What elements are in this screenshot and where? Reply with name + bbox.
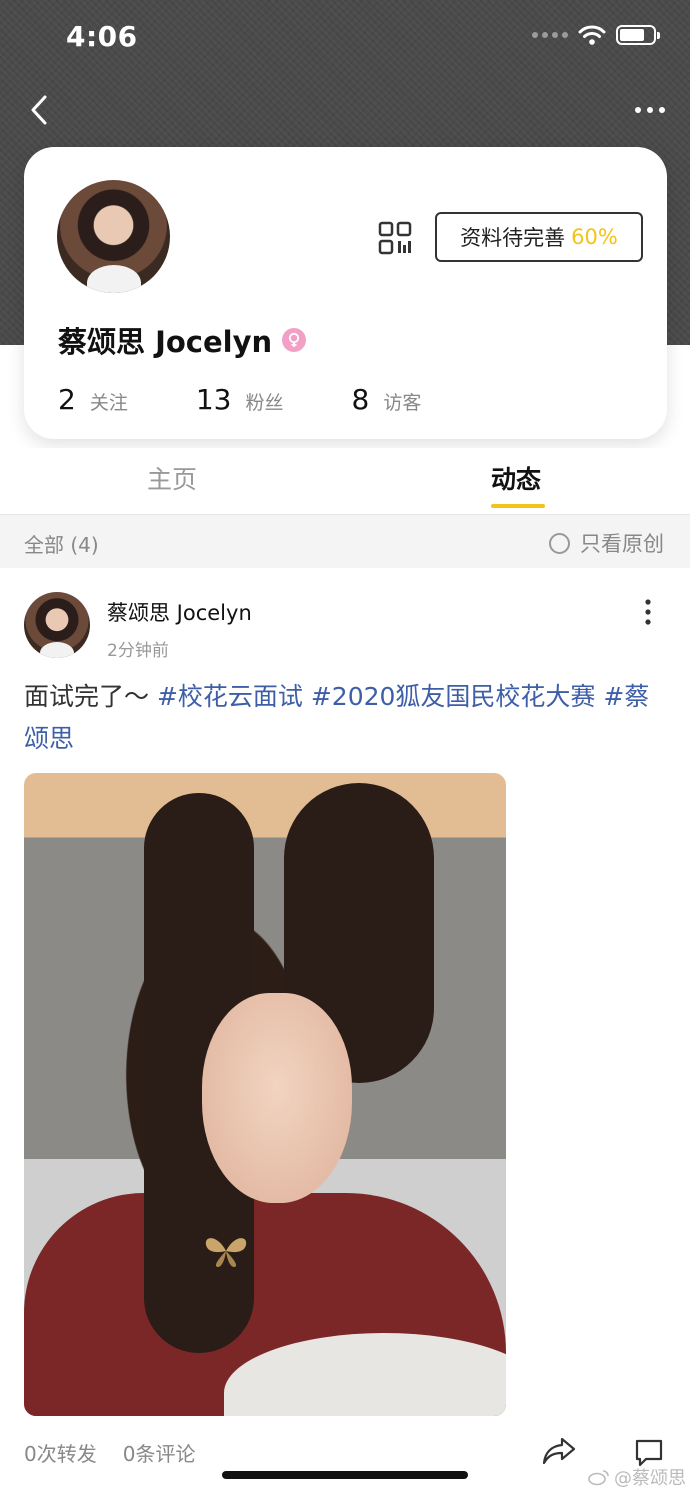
more-vertical-icon [645, 599, 651, 625]
stat-following[interactable]: 2 关注 [58, 383, 128, 416]
watermark: @蔡颂思 [588, 1464, 686, 1490]
profile-stats: 2 关注 13 粉丝 8 访客 [58, 383, 421, 416]
profile-name: 蔡颂思 Jocelyn [58, 325, 273, 359]
avatar[interactable] [57, 180, 170, 293]
profile-completion-label: 资料待完善 [460, 226, 566, 250]
post-author-name[interactable]: 蔡颂思 Jocelyn [107, 597, 252, 627]
feed-filter-bar: 全部 (4) 只看原创 [0, 514, 690, 568]
female-icon [282, 328, 307, 352]
tab-home[interactable]: 主页 [147, 460, 197, 496]
post-more-button[interactable] [632, 596, 664, 628]
battery-icon [616, 25, 660, 45]
repost-count[interactable]: 0次转发 [24, 1438, 97, 1467]
signal-icon [532, 32, 568, 38]
post-timestamp: 2分钟前 [107, 641, 169, 661]
tab-feed[interactable]: 动态 [491, 460, 541, 496]
original-only-label: 只看原创 [580, 532, 664, 556]
profile-card: 资料待完善 60% 蔡颂思 Jocelyn 2 关注 13 粉丝 8 访客 [24, 147, 667, 439]
post-footer: 0次转发 0条评论 [24, 1438, 195, 1467]
chevron-left-icon [31, 95, 47, 125]
stat-label: 访客 [383, 392, 422, 414]
post-text: 面试完了～ #校花云面试 #2020狐友国民校花大赛 #蔡颂思 [24, 676, 664, 760]
hashtag-link[interactable]: #校花云面试 [157, 682, 303, 711]
share-icon [542, 1437, 576, 1465]
back-button[interactable] [22, 90, 56, 130]
profile-name-row: 蔡颂思 Jocelyn [58, 319, 307, 361]
stat-value: 8 [351, 383, 370, 416]
more-horizontal-icon [635, 107, 665, 113]
wifi-icon [578, 25, 606, 45]
qr-code-icon [378, 221, 412, 255]
butterfly-brooch-icon [205, 1238, 247, 1267]
hashtag-link[interactable]: #2020狐友国民校花大赛 [311, 682, 596, 711]
stat-followers[interactable]: 13 粉丝 [196, 383, 284, 416]
stat-label: 粉丝 [245, 392, 284, 414]
stat-visitors[interactable]: 8 访客 [352, 383, 422, 416]
stat-label: 关注 [89, 392, 128, 414]
post-photo[interactable] [24, 773, 506, 1416]
stat-value: 13 [195, 383, 232, 416]
profile-tabs: 主页 动态 [0, 448, 690, 514]
comment-count[interactable]: 0条评论 [123, 1438, 196, 1467]
radio-icon [549, 532, 570, 554]
weibo-logo-icon [588, 1470, 609, 1486]
profile-completion-percent: 60% [571, 225, 618, 249]
more-options-button[interactable] [630, 92, 670, 128]
share-button[interactable] [542, 1436, 576, 1470]
stat-value: 2 [58, 383, 76, 416]
status-time: 4:06 [66, 20, 138, 53]
filter-all[interactable]: 全部 (4) [24, 529, 99, 558]
watermark-text: @蔡颂思 [614, 1468, 686, 1489]
original-only-toggle[interactable]: 只看原创 [549, 528, 664, 558]
qr-code-button[interactable] [378, 221, 412, 255]
profile-completion-button[interactable]: 资料待完善 60% [435, 212, 643, 262]
active-tab-indicator [491, 504, 545, 508]
home-indicator[interactable] [222, 1471, 468, 1479]
post-text-plain: 面试完了～ [24, 682, 157, 711]
post-author-avatar[interactable] [24, 592, 90, 658]
status-indicators [532, 24, 660, 46]
